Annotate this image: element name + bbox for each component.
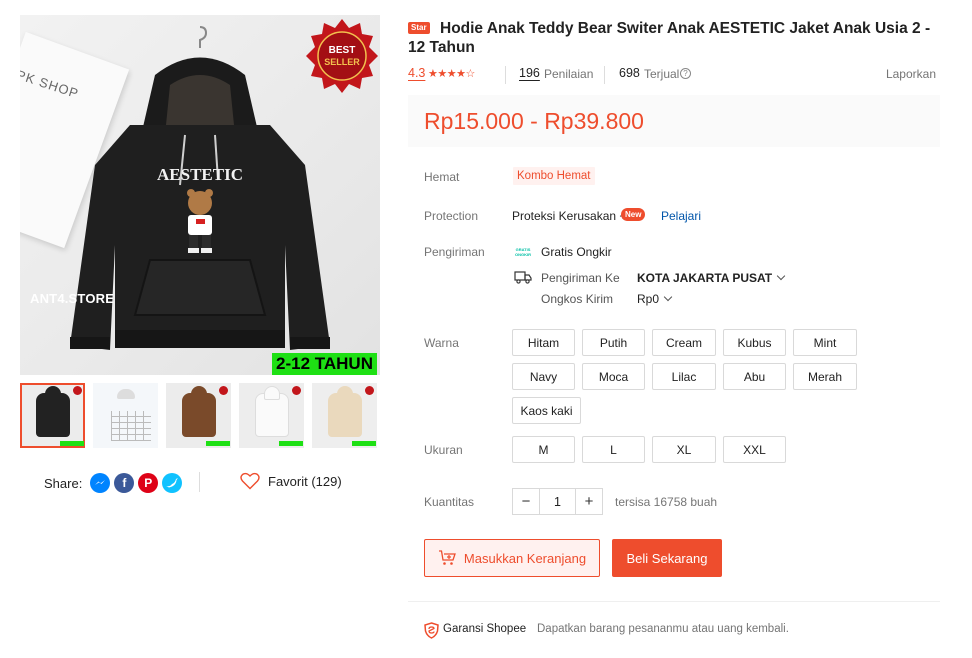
size-option-l[interactable]: L bbox=[582, 436, 645, 463]
color-option-kaos-kaki[interactable]: Kaos kaki bbox=[512, 397, 581, 424]
free-shipping-icon: GRATIS ONGKIR bbox=[515, 247, 531, 257]
favorite-label: Favorit (129) bbox=[268, 473, 342, 489]
hoodie-print-text: AESTETIC bbox=[157, 165, 243, 184]
sold-count: 698 bbox=[619, 66, 640, 80]
color-option-abu[interactable]: Abu bbox=[723, 363, 786, 390]
report-link[interactable]: Laporkan bbox=[886, 67, 936, 81]
size-label: Ukuran bbox=[424, 443, 463, 457]
thumbnail-5[interactable] bbox=[312, 383, 377, 448]
ratings-label: Penilaian bbox=[544, 67, 594, 81]
product-stats: 4.3 ★★★★☆ 196 Penilaian 698 Terjual ? La… bbox=[408, 66, 936, 84]
star-seller-badge: Star bbox=[408, 22, 430, 34]
quantity-input[interactable]: 1 bbox=[539, 489, 576, 514]
shield-icon bbox=[424, 622, 439, 639]
thumbnail-3[interactable] bbox=[166, 383, 231, 448]
size-option-m[interactable]: M bbox=[512, 436, 575, 463]
age-badge: 2-12 TAHUN bbox=[272, 353, 377, 375]
add-to-cart-label: Masukkan Keranjang bbox=[463, 550, 587, 566]
color-label: Warna bbox=[424, 336, 459, 350]
best-seller-badge: BEST SELLER bbox=[306, 19, 378, 93]
quantity-decrement-button[interactable]: − bbox=[513, 489, 539, 514]
ship-cost-dropdown[interactable]: Rp0 bbox=[637, 292, 673, 306]
protection-value[interactable]: Proteksi Kerusakan + bbox=[512, 209, 626, 223]
chevron-down-icon bbox=[663, 292, 673, 302]
stats-divider bbox=[505, 66, 506, 84]
quantity-stepper: − 1 + bbox=[512, 488, 603, 515]
ratings-count[interactable]: 196 bbox=[519, 66, 540, 80]
color-option-cream[interactable]: Cream bbox=[652, 329, 716, 356]
svg-text:BEST: BEST bbox=[329, 45, 356, 56]
hoodie-illustration: AESTETIC bbox=[70, 57, 330, 350]
hemat-label: Hemat bbox=[424, 170, 460, 184]
rating-stars-icon: ★★★★☆ bbox=[428, 68, 475, 80]
color-option-mint[interactable]: Mint bbox=[793, 329, 857, 356]
size-option-xl[interactable]: XL bbox=[652, 436, 716, 463]
favorite-button[interactable]: Favorit (129) bbox=[240, 472, 342, 490]
stats-divider bbox=[604, 66, 605, 84]
learn-more-link[interactable]: Pelajari bbox=[661, 209, 701, 223]
thumbnail-4[interactable] bbox=[239, 383, 304, 448]
sold-label: Terjual bbox=[644, 67, 680, 81]
guarantee-title[interactable]: Garansi Shopee bbox=[443, 623, 526, 635]
quantity-increment-button[interactable]: + bbox=[576, 489, 602, 514]
color-option-putih[interactable]: Putih bbox=[582, 329, 645, 356]
ship-to-dropdown[interactable]: KOTA JAKARTA PUSAT bbox=[637, 271, 786, 285]
kombo-hemat-tag[interactable]: Kombo Hemat bbox=[513, 167, 595, 185]
free-shipping-text: Gratis Ongkir bbox=[541, 245, 612, 259]
main-product-image[interactable]: PK SHOP AESTETIC BEST SELLER ANT4.STORE … bbox=[20, 15, 380, 375]
store-watermark: ANT4.STORE bbox=[30, 291, 115, 306]
thumbnail-strip bbox=[20, 383, 380, 449]
color-option-merah[interactable]: Merah bbox=[793, 363, 857, 390]
stock-remaining: tersisa 16758 buah bbox=[615, 495, 718, 509]
share-row: Share: f P bbox=[44, 472, 183, 494]
product-title: Hodie Anak Teddy Bear Switer Anak AESTET… bbox=[408, 20, 931, 56]
buy-now-button[interactable]: Beli Sekarang bbox=[612, 539, 722, 577]
share-label: Share: bbox=[44, 475, 83, 491]
thumbnail-size-chart[interactable] bbox=[93, 383, 158, 448]
ship-cost-label: Ongkos Kirim bbox=[541, 292, 614, 306]
thumbnail-1[interactable] bbox=[20, 383, 85, 448]
help-icon[interactable]: ? bbox=[680, 68, 691, 79]
facebook-icon[interactable]: f bbox=[114, 473, 135, 493]
color-option-hitam[interactable]: Hitam bbox=[512, 329, 575, 356]
add-to-cart-button[interactable]: Masukkan Keranjang bbox=[424, 539, 600, 577]
cart-plus-icon bbox=[438, 550, 456, 565]
ship-to-label: Pengiriman Ke bbox=[541, 271, 620, 285]
pinterest-icon[interactable]: P bbox=[138, 473, 159, 493]
share-divider bbox=[199, 472, 200, 492]
rating-value[interactable]: 4.3 bbox=[408, 66, 425, 80]
twitter-icon[interactable] bbox=[162, 473, 183, 493]
chevron-down-icon bbox=[776, 271, 786, 281]
quantity-label: Kuantitas bbox=[424, 495, 475, 509]
ship-to-value: KOTA JAKARTA PUSAT bbox=[637, 271, 773, 285]
color-option-navy[interactable]: Navy bbox=[512, 363, 575, 390]
ship-cost-value: Rp0 bbox=[637, 292, 660, 306]
protection-label: Protection bbox=[424, 209, 479, 223]
section-divider bbox=[408, 601, 940, 602]
color-option-moca[interactable]: Moca bbox=[582, 363, 645, 390]
guarantee-description: Dapatkan barang pesananmu atau uang kemb… bbox=[537, 623, 789, 635]
new-badge: New bbox=[621, 208, 646, 221]
color-option-kubus[interactable]: Kubus bbox=[723, 329, 786, 356]
price-box: Rp15.000 - Rp39.800 bbox=[408, 95, 940, 147]
svg-text:SELLER: SELLER bbox=[324, 57, 360, 67]
color-option-lilac[interactable]: Lilac bbox=[652, 363, 716, 390]
shipping-label: Pengiriman bbox=[424, 245, 485, 259]
messenger-icon[interactable] bbox=[90, 473, 111, 493]
heart-icon bbox=[240, 472, 260, 490]
price-range: Rp15.000 - Rp39.800 bbox=[424, 108, 644, 134]
truck-icon bbox=[514, 271, 532, 284]
size-option-xxl[interactable]: XXL bbox=[723, 436, 786, 463]
